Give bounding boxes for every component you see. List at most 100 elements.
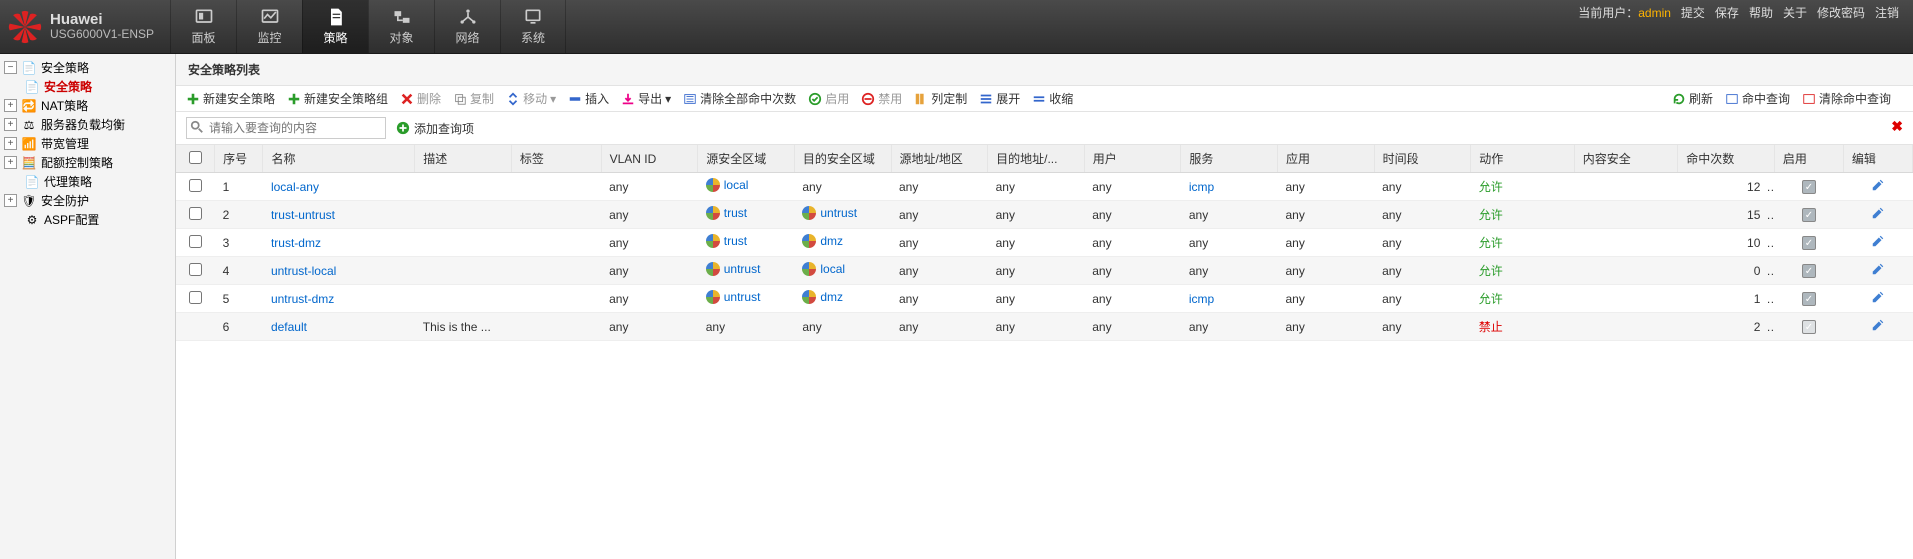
add-condition-button[interactable]: 添加查询项 [396, 120, 474, 137]
delete-button[interactable]: 删除 [400, 90, 441, 107]
collapse-icon[interactable]: − [4, 61, 17, 74]
enable-toggle[interactable]: ✓ [1802, 320, 1816, 334]
save-link[interactable]: 保存 [1715, 4, 1739, 21]
logout-link[interactable]: 注销 [1875, 4, 1899, 21]
col-service[interactable]: 服务 [1181, 145, 1278, 173]
edit-icon[interactable] [1871, 234, 1885, 248]
edit-icon[interactable] [1871, 318, 1885, 332]
expand-icon[interactable]: + [4, 99, 17, 112]
search-input[interactable] [186, 117, 386, 139]
enable-toggle[interactable]: ✓ [1802, 236, 1816, 250]
sidebar-item-nat[interactable]: +🔁NAT策略 [0, 96, 175, 115]
zone-link[interactable]: untrust [820, 206, 857, 220]
table-row[interactable]: 5untrust-dmzanyuntrustdmzanyanyanyicmpan… [176, 285, 1913, 313]
col-hits[interactable]: 命中次数 [1678, 145, 1775, 173]
edit-icon[interactable] [1871, 262, 1885, 276]
new-policy-button[interactable]: 新建安全策略 [186, 90, 275, 107]
col-dst-zone[interactable]: 目的安全区域 [794, 145, 891, 173]
expand-button[interactable]: 展开 [979, 90, 1020, 107]
col-src-zone[interactable]: 源安全区域 [698, 145, 795, 173]
row-checkbox[interactable] [189, 263, 202, 276]
copy-button[interactable]: 复制 [453, 90, 494, 107]
col-dst-addr[interactable]: 目的地址/... [988, 145, 1085, 173]
zone-link[interactable]: local [724, 178, 749, 192]
col-app[interactable]: 应用 [1278, 145, 1375, 173]
edit-icon[interactable] [1871, 178, 1885, 192]
policy-name-link[interactable]: trust-untrust [271, 208, 335, 222]
new-group-button[interactable]: 新建安全策略组 [287, 90, 388, 107]
sidebar-item-aspf[interactable]: ⚙ASPF配置 [0, 210, 175, 229]
col-seq[interactable]: 序号 [215, 145, 263, 173]
row-checkbox[interactable] [189, 291, 202, 304]
col-tag[interactable]: 标签 [511, 145, 601, 173]
sidebar-item-sec-protect[interactable]: +🛡安全防护 [0, 191, 175, 210]
zone-link[interactable]: untrust [724, 262, 761, 276]
sidebar-item-slb[interactable]: +⚖服务器负载均衡 [0, 115, 175, 134]
expand-icon[interactable]: + [4, 194, 17, 207]
enable-toggle[interactable]: ✓ [1802, 208, 1816, 222]
help-link[interactable]: 帮助 [1749, 4, 1773, 21]
row-checkbox[interactable] [189, 179, 202, 192]
policy-name-link[interactable]: default [271, 320, 307, 334]
sidebar-item-proxy[interactable]: 📄代理策略 [0, 172, 175, 191]
policy-name-link[interactable]: trust-dmz [271, 236, 321, 250]
policy-name-link[interactable]: local-any [271, 180, 319, 194]
enable-toggle[interactable]: ✓ [1802, 292, 1816, 306]
col-desc[interactable]: 描述 [415, 145, 512, 173]
nav-network[interactable]: 网络 [434, 0, 500, 53]
nav-system[interactable]: 系统 [500, 0, 566, 53]
table-row[interactable]: 3trust-dmzanytrustdmzanyanyanyanyanyany允… [176, 229, 1913, 257]
zone-link[interactable]: trust [724, 234, 747, 248]
col-name[interactable]: 名称 [263, 145, 415, 173]
table-row[interactable]: 1local-anyanylocalanyanyanyanyicmpanyany… [176, 173, 1913, 201]
col-action[interactable]: 动作 [1471, 145, 1575, 173]
edit-icon[interactable] [1871, 206, 1885, 220]
expand-icon[interactable]: + [4, 156, 17, 169]
policy-name-link[interactable]: untrust-local [271, 264, 336, 278]
hit-query-button[interactable]: 命中查询 [1725, 90, 1790, 107]
service-link[interactable]: icmp [1189, 180, 1214, 194]
col-time[interactable]: 时间段 [1374, 145, 1471, 173]
columns-button[interactable]: 列定制 [914, 90, 967, 107]
expand-icon[interactable]: + [4, 118, 17, 131]
table-row[interactable]: 6defaultThis is the ...anyanyanyanyanyan… [176, 313, 1913, 341]
col-edit[interactable]: 编辑 [1843, 145, 1912, 173]
table-row[interactable]: 2trust-untrustanytrustuntrustanyanyanyan… [176, 201, 1913, 229]
enable-toggle[interactable]: ✓ [1802, 180, 1816, 194]
col-content-sec[interactable]: 内容安全 [1574, 145, 1678, 173]
nav-panel[interactable]: 面板 [170, 0, 236, 53]
close-search-icon[interactable]: ✖ [1891, 118, 1903, 135]
enable-button[interactable]: 启用 [808, 90, 849, 107]
policy-name-link[interactable]: untrust-dmz [271, 292, 334, 306]
zone-link[interactable]: dmz [820, 290, 843, 304]
select-all-checkbox[interactable] [189, 151, 202, 164]
change-password-link[interactable]: 修改密码 [1817, 4, 1865, 21]
enable-toggle[interactable]: ✓ [1802, 264, 1816, 278]
row-checkbox[interactable] [189, 235, 202, 248]
disable-button[interactable]: 禁用 [861, 90, 902, 107]
table-row[interactable]: 4untrust-localanyuntrustlocalanyanyanyan… [176, 257, 1913, 285]
nav-policy[interactable]: 策略 [302, 0, 368, 53]
refresh-button[interactable]: 刷新 [1672, 90, 1713, 107]
zone-link[interactable]: trust [724, 206, 747, 220]
commit-link[interactable]: 提交 [1681, 4, 1705, 21]
nav-monitor[interactable]: 监控 [236, 0, 302, 53]
zone-link[interactable]: dmz [820, 234, 843, 248]
row-checkbox[interactable] [189, 207, 202, 220]
sidebar-item-security-policy-child[interactable]: 📄安全策略 [0, 77, 175, 96]
sidebar-item-security-policy[interactable]: −📄安全策略 [0, 58, 175, 77]
move-button[interactable]: 移动▾ [506, 90, 556, 107]
clear-hit-query-button[interactable]: 清除命中查询 [1802, 90, 1891, 107]
collapse-button[interactable]: 收缩 [1032, 90, 1073, 107]
col-enable[interactable]: 启用 [1774, 145, 1843, 173]
col-src-addr[interactable]: 源地址/地区 [891, 145, 988, 173]
col-vlan[interactable]: VLAN ID [601, 145, 698, 173]
about-link[interactable]: 关于 [1783, 4, 1807, 21]
export-button[interactable]: 导出▾ [621, 90, 671, 107]
insert-button[interactable]: 插入 [568, 90, 609, 107]
zone-link[interactable]: local [820, 262, 845, 276]
zone-link[interactable]: untrust [724, 290, 761, 304]
sidebar-item-bandwidth[interactable]: +📶带宽管理 [0, 134, 175, 153]
col-user[interactable]: 用户 [1084, 145, 1181, 173]
expand-icon[interactable]: + [4, 137, 17, 150]
